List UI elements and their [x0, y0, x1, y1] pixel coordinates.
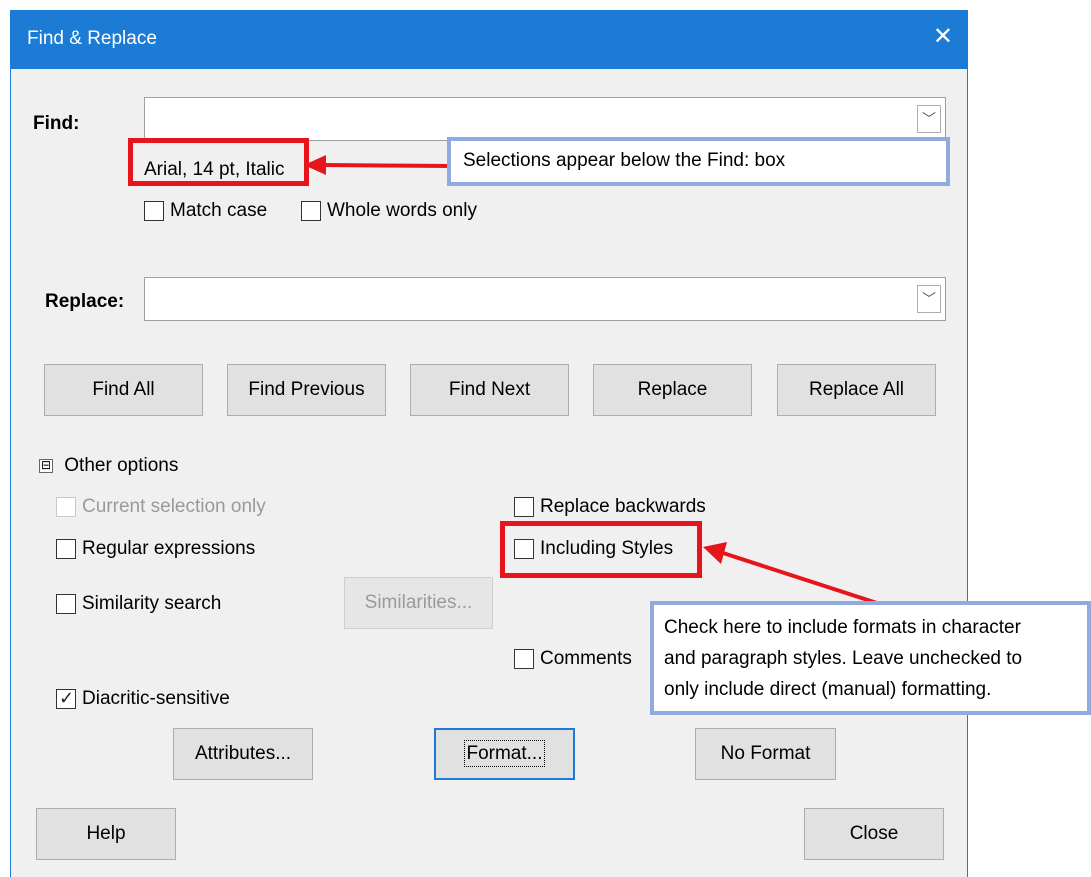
replace-all-button[interactable]: Replace All — [777, 364, 936, 416]
comments-checkbox[interactable]: Comments — [514, 648, 632, 670]
replace-backwards-label: Replace backwards — [540, 496, 706, 517]
other-options-expander[interactable]: ⊟ Other options — [39, 455, 178, 477]
whole-words-checkbox[interactable]: Whole words only — [301, 200, 477, 222]
match-case-checkbox[interactable]: Match case — [144, 200, 267, 222]
comments-label: Comments — [540, 648, 632, 669]
regular-expressions-checkbox[interactable]: Regular expressions — [56, 538, 255, 560]
match-case-box[interactable] — [144, 201, 164, 221]
similarity-search-checkbox[interactable]: Similarity search — [56, 593, 221, 615]
help-button[interactable]: Help — [36, 808, 176, 860]
callout-styles-line-2: and paragraph styles. Leave unchecked to — [664, 648, 1023, 669]
diacritic-sensitive-box[interactable] — [56, 688, 76, 709]
dialog-title: Find & Replace — [27, 28, 157, 49]
callout-styles-line-3: only include direct (manual) formatting. — [664, 679, 992, 700]
find-previous-button[interactable]: Find Previous — [227, 364, 386, 416]
replace-combobox[interactable]: ﹀ — [144, 277, 946, 321]
replace-button[interactable]: Replace — [593, 364, 752, 416]
no-format-button[interactable]: No Format — [695, 728, 836, 780]
find-next-button[interactable]: Find Next — [410, 364, 569, 416]
regular-expressions-label: Regular expressions — [82, 538, 256, 559]
regular-expressions-box[interactable] — [56, 539, 76, 559]
replace-backwards-box[interactable] — [514, 497, 534, 517]
collapse-icon[interactable]: ⊟ — [39, 459, 53, 473]
current-selection-only-label: Current selection only — [82, 496, 266, 517]
whole-words-box[interactable] — [301, 201, 321, 221]
callout-find-text: Selections appear below the Find: box — [463, 150, 786, 171]
comments-box[interactable] — [514, 649, 534, 669]
callout-find: Selections appear below the Find: box — [447, 137, 950, 186]
close-button[interactable]: Close — [804, 808, 944, 860]
similarity-search-box[interactable] — [56, 594, 76, 614]
attributes-button[interactable]: Attributes... — [173, 728, 313, 780]
find-all-button[interactable]: Find All — [44, 364, 203, 416]
format-button[interactable]: Format... — [434, 728, 575, 780]
callout-arrow-find — [304, 155, 456, 175]
replace-label: Replace: — [45, 291, 125, 312]
find-label: Find: — [33, 113, 80, 134]
diacritic-sensitive-checkbox[interactable]: Diacritic-sensitive — [56, 688, 230, 710]
replace-dropdown-chevron-icon[interactable]: ﹀ — [917, 285, 941, 313]
find-dropdown-chevron-icon[interactable]: ﹀ — [917, 105, 941, 133]
replace-backwards-checkbox[interactable]: Replace backwards — [514, 496, 706, 518]
close-icon[interactable]: ✕ — [933, 23, 953, 51]
including-styles-highlight — [500, 521, 702, 578]
whole-words-label: Whole words only — [327, 200, 477, 221]
format-button-label: Format... — [464, 740, 545, 767]
similarity-search-label: Similarity search — [82, 593, 222, 614]
other-options-label: Other options — [64, 455, 179, 476]
current-selection-only-box — [56, 497, 76, 517]
callout-styles: Check here to include formats in charact… — [650, 601, 1091, 715]
similarities-button: Similarities... — [344, 577, 493, 629]
current-selection-only-checkbox: Current selection only — [56, 496, 266, 518]
find-format-highlight — [128, 138, 309, 186]
match-case-label: Match case — [170, 200, 268, 221]
title-bar: Find & Replace ✕ — [11, 11, 967, 69]
diacritic-sensitive-label: Diacritic-sensitive — [82, 688, 230, 709]
find-combobox[interactable]: ﹀ — [144, 97, 946, 141]
callout-styles-line-1: Check here to include formats in charact… — [664, 617, 1021, 638]
